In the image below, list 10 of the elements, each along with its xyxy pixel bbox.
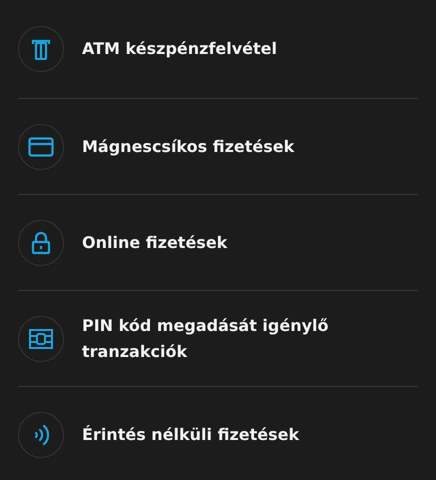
- card-icon: [28, 136, 54, 156]
- atm-icon: [31, 38, 51, 60]
- list-item-label[interactable]: ATM készpénzfelvétel: [82, 36, 278, 62]
- list-item-label[interactable]: Mágnescsíkos fizetések: [82, 134, 294, 160]
- lock-icon: [31, 230, 51, 254]
- list-item-label[interactable]: Online fizetések: [82, 230, 228, 256]
- chip-icon: [29, 328, 53, 348]
- contactless-icon: [33, 424, 49, 446]
- list-item-label[interactable]: PIN kód megadását igénylő tranzakciók: [82, 312, 372, 364]
- list-item-label[interactable]: Érintés nélküli fizetések: [82, 422, 300, 448]
